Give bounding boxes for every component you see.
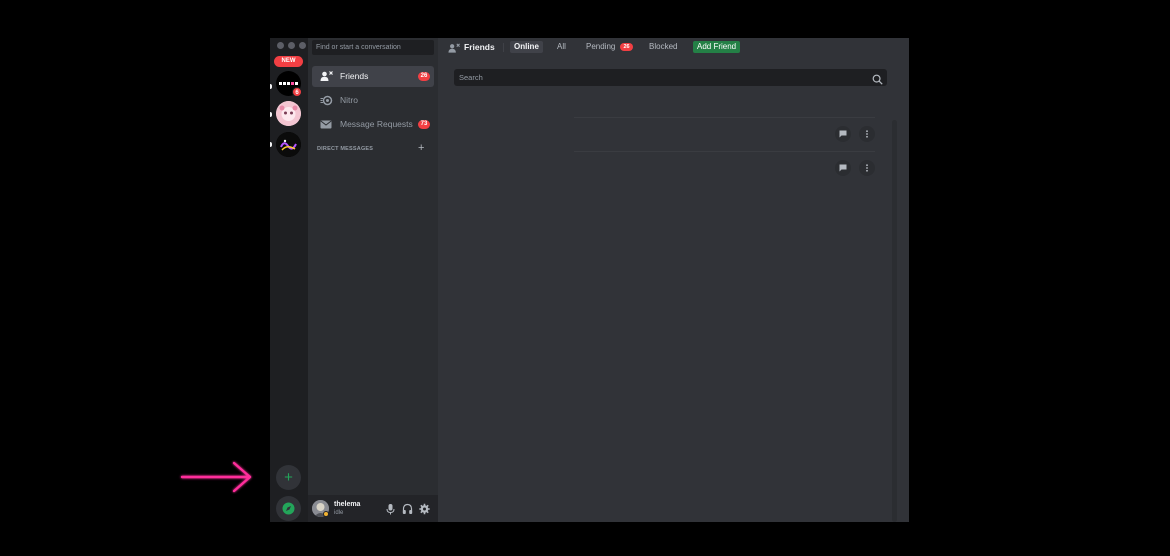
sidebar-item-label: Friends	[340, 71, 369, 81]
list-item[interactable]	[574, 117, 875, 150]
find-conversation-input[interactable]: Find or start a conversation	[312, 40, 434, 55]
minimize-window-dot[interactable]	[288, 42, 295, 49]
server-mention-badge: 6	[292, 87, 302, 97]
unread-pill	[270, 112, 272, 117]
plus-icon: +	[418, 142, 425, 154]
chat-icon	[839, 164, 847, 172]
page-title: Friends	[464, 42, 495, 52]
gear-icon[interactable]	[419, 502, 430, 515]
server-icon-3[interactable]	[276, 132, 301, 157]
tab-online[interactable]: Online	[510, 41, 543, 53]
message-button[interactable]	[835, 126, 851, 142]
friends-search-input[interactable]: Search	[454, 69, 887, 86]
friends-icon	[448, 41, 460, 53]
headphones-icon[interactable]	[402, 502, 413, 514]
plus-icon: +	[284, 469, 293, 486]
pending-count-badge: 26	[620, 43, 633, 51]
message-requests-badge: 73	[418, 120, 430, 129]
more-button[interactable]	[859, 126, 875, 142]
tab-blocked[interactable]: Blocked	[645, 41, 681, 53]
discover-button[interactable]	[276, 496, 301, 521]
compass-icon	[282, 502, 295, 515]
discord-window: NEW 6 + Find or start a conversation Fri…	[270, 38, 909, 522]
idle-status-icon	[323, 511, 329, 517]
search-icon	[872, 72, 883, 85]
list-item[interactable]	[574, 151, 875, 184]
server-rail: NEW 6 +	[270, 38, 308, 522]
annotation-arrow-icon	[180, 461, 252, 493]
dm-sidebar: Find or start a conversation Friends 26	[308, 38, 438, 522]
tab-pending[interactable]: Pending	[582, 41, 619, 53]
create-dm-button[interactable]: +	[418, 142, 424, 154]
add-friend-button[interactable]: Add Friend	[693, 41, 741, 53]
tab-all[interactable]: All	[553, 41, 570, 53]
friends-icon	[319, 70, 333, 83]
close-window-dot[interactable]	[277, 42, 284, 49]
more-vertical-icon	[866, 130, 868, 138]
server-3-art	[276, 132, 301, 157]
search-placeholder: Search	[459, 73, 483, 82]
message-button[interactable]	[835, 160, 851, 176]
server-2-art	[276, 101, 301, 126]
new-badge: NEW	[274, 56, 303, 67]
user-panel: thelema idle	[308, 495, 438, 522]
sidebar-item-label: Nitro	[340, 95, 358, 105]
toolbar-divider	[503, 43, 504, 52]
nitro-icon	[319, 94, 333, 107]
friends-main: Friends Online All Pending 26 Blocked Ad…	[438, 38, 909, 522]
sidebar-item-message-requests[interactable]: Message Requests 73	[312, 114, 434, 135]
friends-toolbar: Friends Online All Pending 26 Blocked Ad…	[438, 38, 909, 56]
sidebar-item-label: Message Requests	[340, 119, 413, 129]
add-server-button[interactable]: +	[276, 465, 301, 490]
microphone-icon[interactable]	[385, 502, 396, 515]
scrollbar[interactable]	[892, 120, 897, 522]
more-vertical-icon	[866, 164, 868, 172]
direct-messages-header: DIRECT MESSAGES	[317, 146, 374, 152]
friends-count-badge: 26	[418, 72, 430, 81]
more-button[interactable]	[859, 160, 875, 176]
username: thelema	[334, 501, 361, 508]
unread-pill	[270, 142, 272, 147]
unread-pill	[270, 84, 272, 89]
server-icon-2[interactable]	[276, 101, 301, 126]
sidebar-item-friends[interactable]: Friends 26	[312, 66, 434, 87]
sidebar-item-nitro[interactable]: Nitro	[312, 90, 434, 111]
user-status: idle	[334, 510, 344, 516]
zoom-window-dot[interactable]	[299, 42, 306, 49]
envelope-icon	[319, 118, 333, 131]
chat-icon	[839, 130, 847, 138]
